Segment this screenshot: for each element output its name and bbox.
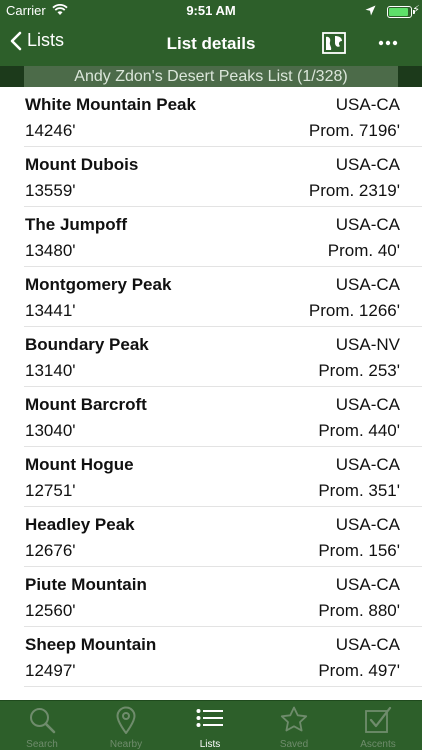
clock: 9:51 AM [186, 3, 236, 18]
back-button[interactable]: Lists [10, 30, 64, 51]
peak-elevation: 13441' [25, 301, 76, 320]
peak-row[interactable]: Headley Peak USA-CA 12676' Prom. 156' [24, 507, 422, 567]
peak-prominence: Prom. 440' [318, 421, 400, 440]
peak-elevation: 13140' [25, 361, 76, 380]
peak-elevation: 13480' [25, 241, 76, 260]
tab-ascents-label: Ascents [360, 739, 396, 750]
navigation-bar: Lists List details [0, 22, 422, 66]
peak-name: Mount Barcroft [25, 395, 147, 414]
peak-region: USA-CA [335, 515, 400, 534]
peak-row[interactable]: Montgomery Peak USA-CA 13441' Prom. 1266' [24, 267, 422, 327]
peak-region: USA-CA [335, 455, 400, 474]
peak-name: Mount Hogue [25, 455, 134, 474]
map-button[interactable] [322, 32, 346, 59]
battery-level [389, 8, 408, 16]
peak-prominence: Prom. 1266' [308, 301, 400, 320]
peak-name: Sheep Mountain [25, 635, 157, 654]
map-icon [322, 32, 346, 54]
location-arrow-icon [365, 4, 376, 19]
peak-region: USA-CA [335, 215, 400, 234]
peak-elevation: 14246' [25, 121, 76, 140]
battery-icon [387, 6, 415, 18]
ellipsis-icon [378, 40, 398, 46]
peak-name: Montgomery Peak [25, 275, 172, 294]
peak-region: USA-CA [335, 275, 400, 294]
peak-region: USA-CA [335, 95, 400, 114]
peak-elevation: 13040' [25, 421, 76, 440]
peak-row[interactable]: Mount Dubois USA-CA 13559' Prom. 2319' [24, 147, 422, 207]
peak-prominence: Prom. 880' [318, 601, 400, 620]
peak-row[interactable]: Mount Hogue USA-CA 12751' Prom. 351' [24, 447, 422, 507]
tab-saved[interactable]: Saved [252, 701, 336, 750]
charging-icon: ⚡ [412, 4, 420, 16]
list-icon [196, 709, 223, 727]
peak-name: Mount Dubois [25, 155, 139, 174]
tab-nearby-label: Nearby [109, 739, 143, 750]
peak-row[interactable]: Mount Barcroft USA-CA 13040' Prom. 440' [24, 387, 422, 447]
peak-elevation: 12751' [25, 481, 76, 500]
peak-name: Piute Mountain [25, 575, 147, 594]
search-icon [30, 708, 56, 734]
peak-elevation: 12497' [25, 661, 76, 680]
peak-name: Boundary Peak [25, 335, 149, 354]
peak-row[interactable]: Boundary Peak USA-NV 13140' Prom. 253' [24, 327, 422, 387]
tab-lists-label: Lists [199, 739, 221, 750]
tab-nearby[interactable]: Nearby [84, 701, 168, 750]
peak-row[interactable]: White Mountain Peak USA-CA 14246' Prom. 719… [24, 87, 422, 147]
peak-region: USA-CA [335, 635, 400, 654]
star-icon [280, 706, 308, 732]
peak-name: White Mountain Peak [25, 95, 196, 114]
tab-search[interactable]: Search [0, 701, 84, 750]
peak-region: USA-CA [335, 395, 400, 414]
status-bar: Carrier 9:51 AM ⚡ [0, 0, 422, 22]
peak-elevation: 13559' [25, 181, 76, 200]
peak-name: Headley Peak [25, 515, 135, 534]
peak-elevation: 12560' [25, 601, 76, 620]
peak-row[interactable]: Piute Mountain USA-CA 12560' Prom. 880' [24, 567, 422, 627]
peak-row[interactable]: Sheep Mountain USA-CA 12497' Prom. 497' [24, 627, 422, 687]
peak-elevation: 12676' [25, 541, 76, 560]
back-button-label: Lists [27, 30, 65, 50]
tab-bar: Search Nearby Lists Saved Ascents [0, 700, 422, 750]
peaks-list[interactable]: White Mountain Peak USA-CA 14246' Prom. 719… [0, 87, 422, 699]
peak-region: USA-CA [335, 155, 400, 174]
peak-region: USA-CA [335, 575, 400, 594]
tab-lists[interactable]: Lists [168, 701, 252, 750]
more-options-button[interactable] [378, 33, 398, 58]
list-section-header: Andy Zdon's Desert Peaks List (1/328) [0, 66, 422, 87]
peak-prominence: Prom. 253' [318, 361, 400, 380]
checkbox-icon [365, 706, 392, 733]
peak-name: The Jumpoff [25, 215, 127, 234]
peak-prominence: Prom. 2319' [308, 181, 400, 200]
tab-saved-label: Saved [279, 739, 309, 750]
peak-row[interactable]: The Jumpoff USA-CA 13480' Prom. 40' [24, 207, 422, 267]
peak-region: USA-NV [335, 335, 400, 354]
location-pin-icon [116, 706, 136, 734]
peak-prominence: Prom. 156' [318, 541, 400, 560]
chevron-left-icon [10, 31, 22, 50]
peak-prominence: Prom. 351' [318, 481, 400, 500]
tab-ascents[interactable]: Ascents [336, 701, 420, 750]
peak-prominence: Prom. 497' [318, 661, 400, 680]
peak-prominence: Prom. 7196' [308, 121, 400, 140]
peak-prominence: Prom. 40' [327, 241, 400, 260]
tab-search-label: Search [26, 739, 58, 750]
